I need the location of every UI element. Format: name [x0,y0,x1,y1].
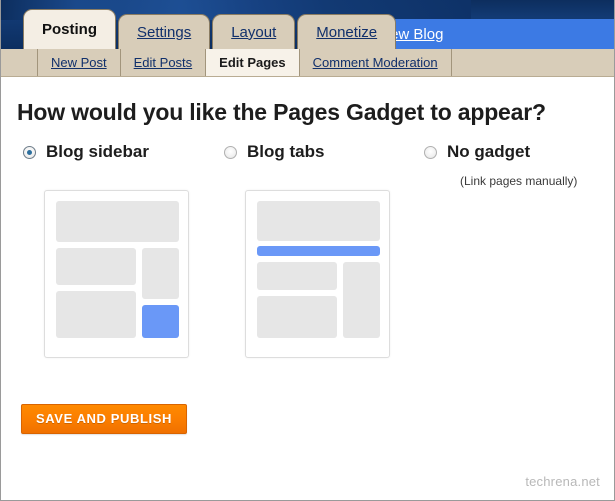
page-title: How would you like the Pages Gadget to a… [17,99,546,125]
tab-layout[interactable]: Layout [212,14,296,49]
tab-layout-label: Layout [231,23,277,41]
preview-tabs-post-block-2 [257,296,337,338]
preview-sidebar-post-block-1 [56,248,136,285]
preview-tabs-gadget-highlight [257,246,380,256]
watermark: techrena.net [525,474,600,489]
tab-settings[interactable]: Settings [118,14,211,49]
subnav-item-edit-pages-label: Edit Pages [219,55,286,70]
preview-tabs-post-block-1 [257,262,337,290]
preview-sidebar-gadget-highlight [142,305,179,338]
subnav-item-edit-pages[interactable]: Edit Pages [206,49,300,76]
tab-posting-label: Posting [42,21,97,38]
subnav-item-edit-posts[interactable]: Edit Posts [121,49,207,76]
subnav-item-comment-moderation[interactable]: Comment Moderation [300,49,452,76]
preview-sidebar-header-block [56,201,179,242]
option-blog-tabs-label: Blog tabs [247,142,325,161]
blog-tabs-preview[interactable] [245,190,390,358]
blog-sidebar-preview[interactable] [44,190,189,358]
radio-blog-tabs[interactable] [224,145,237,159]
subnav-item-edit-posts-label: Edit Posts [133,55,193,70]
tab-settings-label: Settings [137,23,192,41]
gadget-placement-options: Blog sidebar Blog tabs No gadget (Link p… [17,142,614,188]
preview-sidebar-post-block-2 [56,291,136,338]
preview-tabs-sidebar-block [343,262,380,338]
radio-blog-sidebar[interactable] [23,145,36,159]
tab-monetize-label: Monetize [316,23,378,41]
preview-tabs-header-block [257,201,380,241]
tab-monetize[interactable]: Monetize [297,14,397,49]
radio-no-gadget[interactable] [424,145,437,159]
primary-tabs: Posting Settings Layout Monetize [1,7,398,49]
option-no-gadget-label: No gadget [447,142,531,161]
save-and-publish-button[interactable]: SAVE AND PUBLISH [21,404,188,434]
option-blog-tabs[interactable]: Blog tabs [224,142,324,162]
no-gadget-hint: (Link pages manually) [460,174,578,188]
blogger-admin-window: View Blog Posting Settings Layout Moneti… [0,0,615,501]
secondary-navigation-bar: New Post Edit Posts Edit Pages Comment M… [1,49,614,77]
top-navigation-bar: View Blog Posting Settings Layout Moneti… [1,0,614,49]
view-blog-bar: View Blog [363,19,614,49]
subnav-filler [452,49,614,76]
tab-posting[interactable]: Posting [23,9,116,49]
option-blog-sidebar-label: Blog sidebar [46,142,149,161]
preview-sidebar-widget-block [142,248,179,299]
main-content: How would you like the Pages Gadget to a… [1,77,614,498]
subnav-item-new-post-label: New Post [51,55,107,70]
subnav-item-new-post[interactable]: New Post [37,49,121,76]
option-blog-sidebar[interactable]: Blog sidebar [23,142,149,162]
layout-previews [17,190,614,360]
subnav-item-comment-moderation-label: Comment Moderation [312,55,438,70]
option-no-gadget[interactable]: No gadget [424,142,530,162]
